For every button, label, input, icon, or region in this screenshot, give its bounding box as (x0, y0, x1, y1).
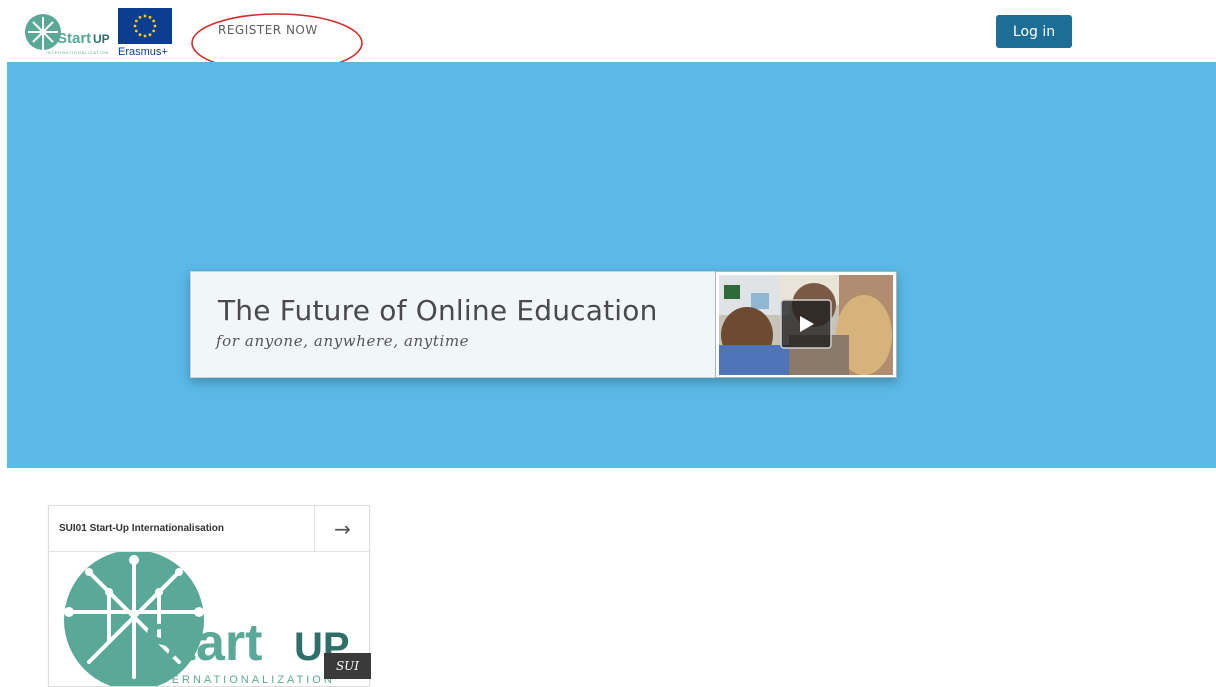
course-image-word-start: Start (144, 614, 262, 672)
course-image[interactable]: Start UP INTERNATIONALIZATION (49, 552, 369, 686)
erasmus-logo: Erasmus+ (118, 8, 174, 60)
site-header: Start UP INTERNATIONALIZATION Erasmus+ R… (0, 0, 1216, 73)
hero-banner (7, 62, 1216, 468)
register-now-link[interactable]: REGISTER NOW (218, 23, 318, 37)
login-button[interactable]: Log in (996, 15, 1072, 48)
hero-title: The Future of Online Education (218, 294, 658, 327)
arrow-right-icon: → (334, 516, 351, 541)
video-thumbnail-image (719, 275, 893, 375)
course-image-tagline: INTERNATIONALIZATION (145, 674, 335, 686)
hero-promo: The Future of Online Education for anyon… (190, 271, 897, 378)
hero-video-thumbnail[interactable] (715, 271, 897, 378)
eu-flag-icon (118, 8, 172, 44)
course-arrow-button[interactable]: → (314, 506, 370, 551)
course-tag-badge: SUI (324, 653, 371, 679)
startup-logo[interactable]: Start UP INTERNATIONALIZATION (24, 10, 114, 58)
erasmus-label: Erasmus+ (118, 46, 168, 58)
course-card-header: SUI01 Start-Up Internationalisation → (49, 506, 369, 552)
startup-tree-logo-icon: Start UP INTERNATIONALIZATION (25, 14, 110, 55)
hero-subtitle: for anyone, anywhere, anytime (216, 332, 470, 350)
course-title[interactable]: SUI01 Start-Up Internationalisation (59, 523, 224, 534)
course-card[interactable]: SUI01 Start-Up Internationalisation → St… (48, 505, 370, 687)
startup-logo-tagline: INTERNATIONALIZATION (46, 50, 109, 55)
startup-logo-word-start: Start (57, 30, 91, 47)
eu-stars-icon (133, 14, 157, 38)
startup-logo-large-icon: Start UP INTERNATIONALIZATION (49, 552, 369, 686)
hero-text-box: The Future of Online Education for anyon… (190, 271, 716, 378)
startup-logo-word-up: UP (93, 32, 110, 46)
